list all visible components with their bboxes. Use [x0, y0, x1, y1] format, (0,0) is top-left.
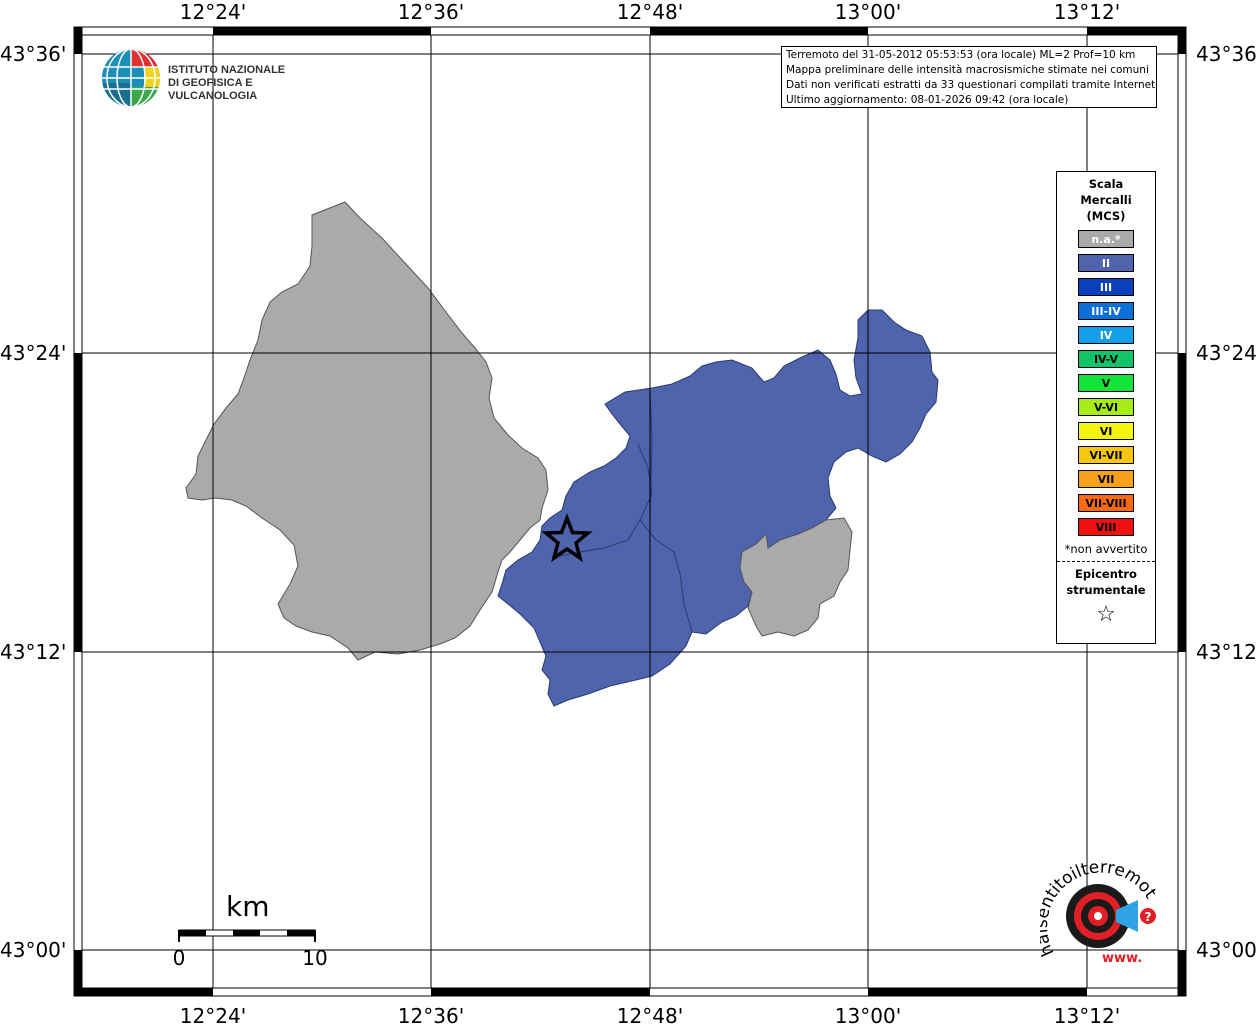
lon-label-top: 12°48' [616, 0, 684, 24]
epicenter-legend-title: Epicentro strumentale [1057, 566, 1155, 598]
legend-divider [1057, 561, 1155, 562]
target-icon: haisentitoilterremoto.it ? www. [1032, 843, 1161, 966]
event-info-line: Dati non verificati estratti da 33 quest… [786, 79, 1157, 91]
legend-swatch: VI [1078, 422, 1134, 440]
event-info-box: Terremoto del 31-05-2012 05:53:53 (ora l… [781, 46, 1157, 108]
lon-label-top: 12°24' [179, 0, 247, 24]
legend-title-line: Scala [1088, 177, 1124, 191]
legend-items: n.a.* II III III-IV IV IV-V V V-VI VI VI-VII VII VI… [1057, 230, 1155, 536]
lat-label-right: 43°24' [1196, 341, 1258, 365]
scale-unit: km [226, 890, 270, 923]
legend-swatch: IV [1078, 326, 1134, 344]
lat-label-left: 43°36' [0, 42, 67, 66]
globe-icon [102, 49, 160, 107]
lon-label-bottom: 13°12' [1053, 1004, 1121, 1028]
lon-label-top: 13°00' [834, 0, 902, 24]
ingv-name-line2: DI GEOFISICA E VULCANOLOGIA [168, 77, 258, 102]
legend-swatch: III [1078, 278, 1134, 296]
lat-label-right: 43°00' [1196, 938, 1258, 962]
legend-swatch: VII-VIII [1078, 494, 1134, 512]
legend-swatch: IV-V [1078, 350, 1134, 368]
legend-swatch: VI-VII [1078, 446, 1134, 464]
legend-title-line: Mercalli [1080, 193, 1132, 207]
legend-swatch: VIII [1078, 518, 1134, 536]
legend-swatch: VII [1078, 470, 1134, 488]
event-info-line: Ultimo aggiornamento: 08-01-2026 09:42 (… [786, 94, 1069, 106]
legend-title-line: (MCS) [1086, 209, 1126, 223]
lat-label-right: 43°12' [1196, 640, 1258, 664]
mcs-legend: Scala Mercalli (MCS) n.a.* II III III-IV IV I… [1056, 171, 1156, 644]
legend-title: Scala Mercalli (MCS) [1057, 176, 1155, 224]
lon-label-top: 13°12' [1053, 0, 1121, 24]
lon-label-bottom: 12°36' [397, 1004, 465, 1028]
legend-swatch: n.a.* [1078, 230, 1134, 248]
scale-bar-graphic [178, 929, 316, 942]
lon-label-bottom: 12°24' [179, 1004, 247, 1028]
lat-label-right: 43°36' [1196, 42, 1258, 66]
scale-bar: km 0 10 [170, 890, 330, 970]
legend-note: *non avvertito [1064, 542, 1148, 556]
star-icon: ☆ [1096, 602, 1116, 627]
question-mark: ? [1145, 910, 1152, 924]
event-info-line: Terremoto del 31-05-2012 05:53:53 (ora l… [786, 49, 1136, 61]
lon-label-top: 12°36' [397, 0, 465, 24]
lat-label-left: 43°24' [0, 341, 67, 365]
legend-swatch: III-IV [1078, 302, 1134, 320]
legend-swatch: V-VI [1078, 398, 1134, 416]
lon-label-bottom: 12°48' [616, 1004, 684, 1028]
www-label: www. [1102, 951, 1142, 966]
epicenter-title-line: strumentale [1066, 583, 1146, 597]
epicenter-title-line: Epicentro [1075, 567, 1137, 581]
ingv-logo: ISTITUTO NAZIONALE DI GEOFISICA E VULCAN… [100, 47, 320, 111]
event-info-line: Mappa preliminare delle intensità macros… [786, 64, 1149, 76]
ingv-name-line1: ISTITUTO NAZIONALE [168, 64, 286, 76]
legend-swatch: II [1078, 254, 1134, 272]
haisentito-logo: haisentitoilterremoto.it ? www. [1032, 843, 1170, 973]
scale-end-label: 10 [302, 946, 328, 970]
lat-label-left: 43°12' [0, 640, 67, 664]
legend-swatch: V [1078, 374, 1134, 392]
lat-label-left: 43°00' [0, 938, 67, 962]
lon-label-bottom: 13°00' [834, 1004, 902, 1028]
scale-start-label: 0 [172, 946, 186, 970]
